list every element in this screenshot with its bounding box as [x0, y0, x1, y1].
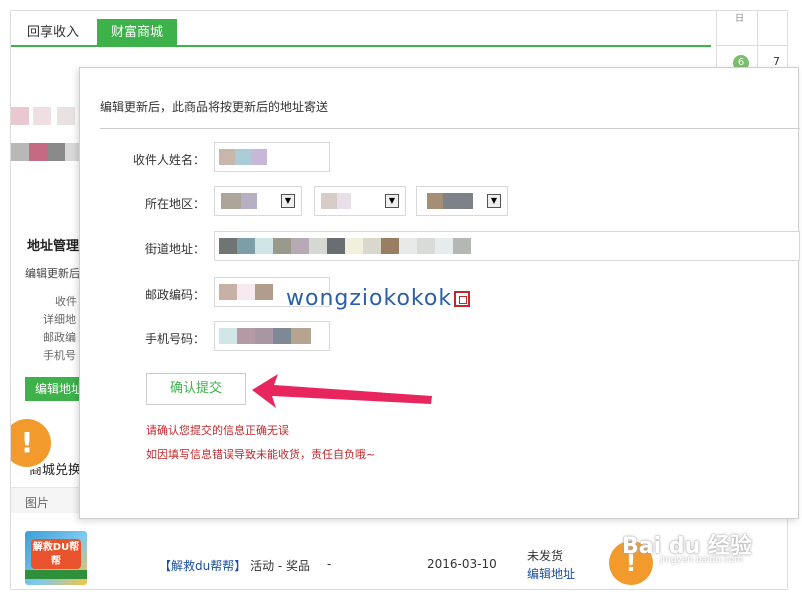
left-label-detail: 详细地: [43, 313, 76, 326]
product-image[interactable]: 解救DU帮帮: [25, 531, 87, 585]
product-image-text: 解救DU帮帮: [31, 539, 81, 569]
label-postcode: 邮政编码：: [144, 288, 205, 302]
left-label-name: 收件: [55, 295, 77, 308]
city-select[interactable]: ▼: [314, 186, 406, 216]
label-region: 所在地区：: [144, 197, 205, 211]
confirm-submit-button[interactable]: 确认提交: [146, 373, 246, 405]
chevron-down-icon[interactable]: ▼: [487, 194, 501, 208]
address-management-subtitle: 编辑更新后: [25, 267, 80, 280]
tab-income[interactable]: 回享收入: [13, 19, 93, 47]
label-recipient-name: 收件人姓名：: [132, 153, 205, 167]
label-street: 街道地址：: [144, 242, 205, 256]
dialog-notice: 编辑更新后，此商品将按更新后的地址寄送: [100, 100, 329, 114]
watermark: wongziokokok: [286, 286, 471, 311]
street-address-input[interactable]: [214, 231, 800, 261]
product-name: 【解救du帮帮】 活动 - 奖品: [159, 557, 310, 574]
province-select[interactable]: ▼: [214, 186, 302, 216]
tab-bar: 回享收入 财富商城: [11, 19, 711, 47]
chevron-down-icon[interactable]: ▼: [385, 194, 399, 208]
header-picture: 图片: [25, 496, 50, 510]
calendar-header-char: 日: [735, 14, 745, 24]
order-status: 未发货: [527, 549, 564, 563]
recipient-name-input[interactable]: [214, 142, 330, 172]
district-select[interactable]: ▼: [416, 186, 508, 216]
edit-address-link[interactable]: 编辑地址: [527, 565, 575, 582]
edit-address-dialog: 编辑更新后，此商品将按更新后的地址寄送 收件人姓名： 所在地区： ▼ ▼ ▼ 街…: [79, 67, 800, 519]
order-date: 2016-03-10: [427, 557, 497, 571]
chevron-down-icon[interactable]: ▼: [281, 194, 295, 208]
phone-input[interactable]: [214, 321, 330, 351]
address-management-title: 地址管理: [27, 239, 80, 254]
product-dash: -: [327, 557, 332, 571]
label-phone: 手机号码：: [144, 332, 205, 346]
warning-confirm: 请确认您提交的信息正确无误: [146, 424, 289, 437]
tab-mall[interactable]: 财富商城: [97, 19, 178, 47]
left-label-phone: 手机号: [43, 349, 76, 362]
product-name-bracket[interactable]: 【解救du帮帮】: [159, 559, 246, 573]
arrow-left-icon: [252, 374, 432, 408]
watermark-text: wongziokokok: [286, 286, 453, 311]
baidu-jingyan-url: jingyan.baidu.com: [660, 555, 744, 565]
left-label-postcode: 邮政编: [43, 331, 76, 344]
edit-address-button[interactable]: 编辑地址: [25, 377, 85, 401]
seal-icon: [454, 291, 471, 307]
calendar-fragment: 日 6 7: [716, 11, 787, 71]
product-name-rest: 活动 - 奖品: [250, 559, 311, 573]
warning-responsibility: 如因填写信息错误导致未能收货，责任自负哦~: [146, 448, 376, 461]
